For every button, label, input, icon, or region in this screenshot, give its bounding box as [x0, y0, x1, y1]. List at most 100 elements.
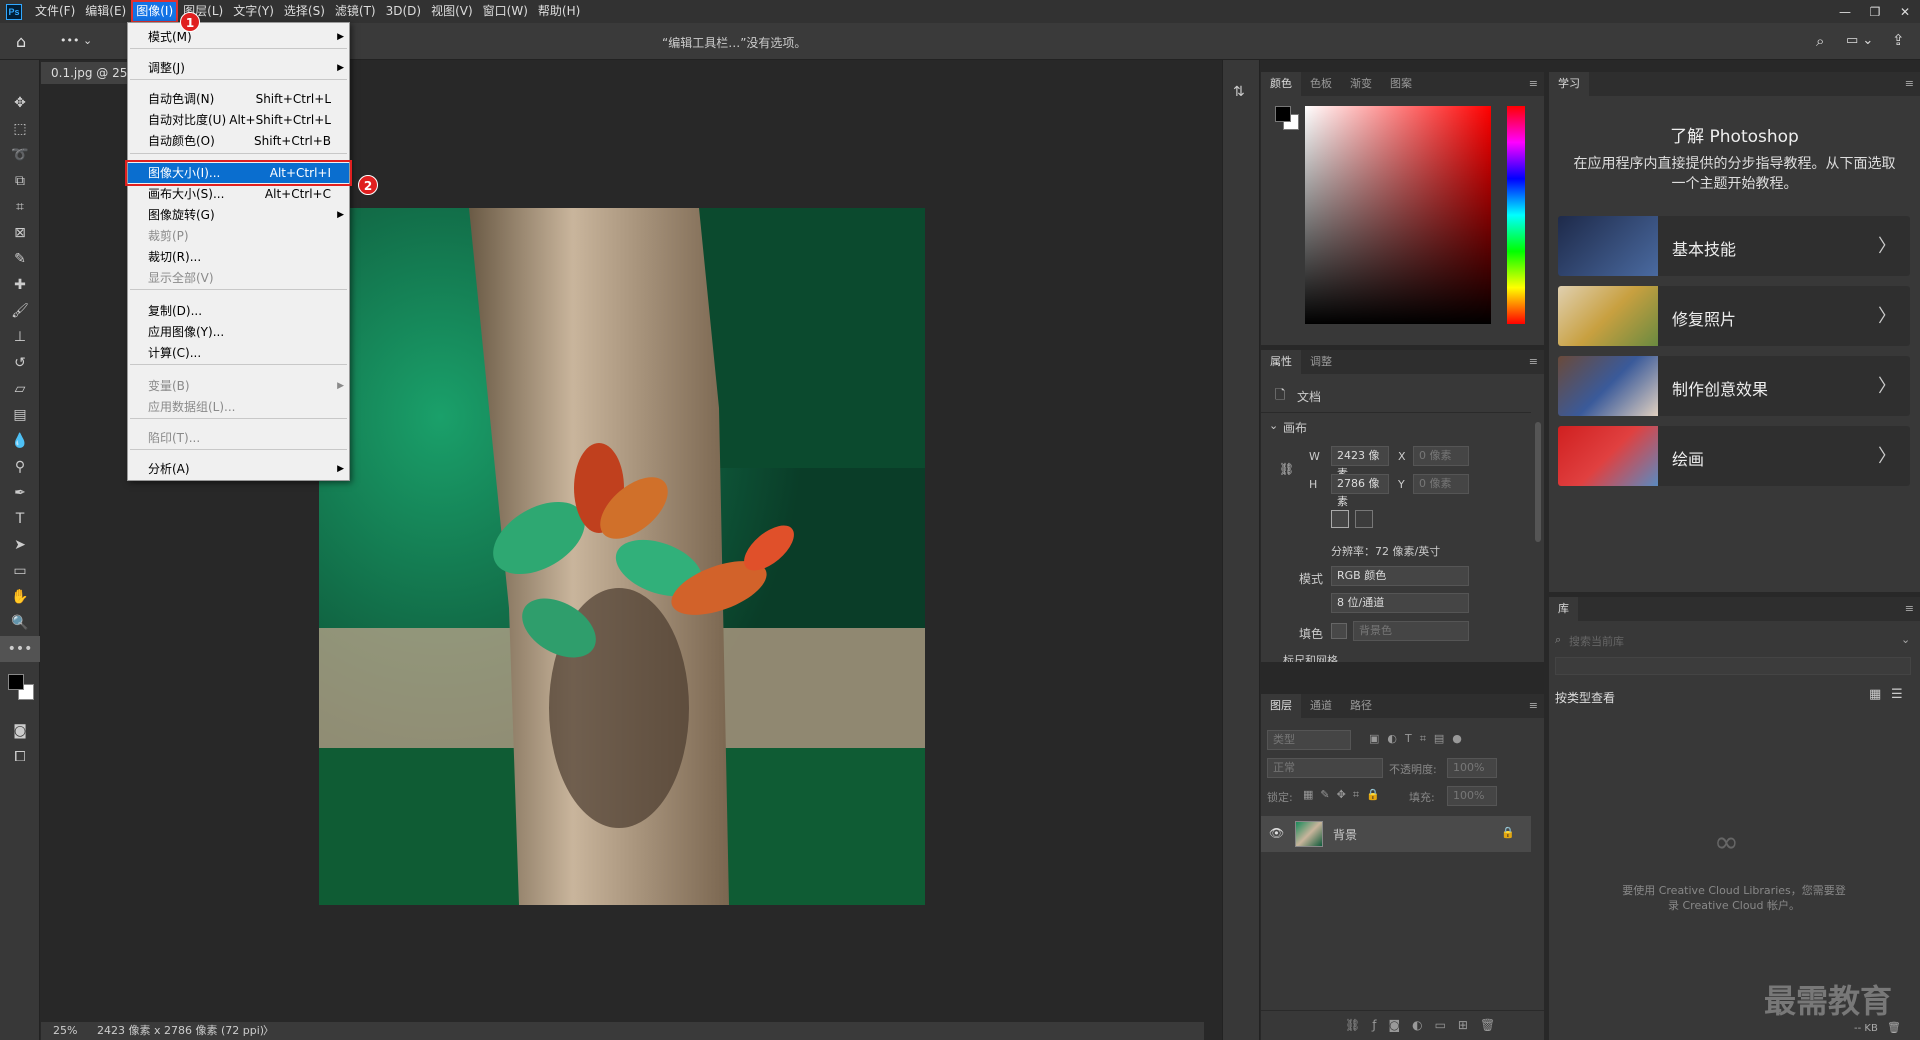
tab-gradients[interactable]: 渐变	[1341, 72, 1381, 96]
more-tools-button[interactable]: ••• ⌄	[60, 34, 92, 47]
view-by-type-button[interactable]: 按类型查看	[1555, 689, 1615, 706]
link-icon[interactable]: ⛓	[1279, 462, 1294, 476]
document-tab[interactable]: 0.1.jpg @ 25%	[41, 62, 131, 84]
image-menu-item[interactable]: 复制(D)...	[128, 301, 349, 321]
brush-tool-icon[interactable]: 🖌	[0, 298, 40, 324]
tab-patterns[interactable]: 图案	[1381, 72, 1421, 96]
learn-topic-fix-photos[interactable]: 修复照片 〉	[1558, 286, 1910, 346]
grid-view-icon[interactable]: ▦	[1869, 687, 1881, 702]
image-menu-item[interactable]: 自动颜色(O) Shift+Ctrl+B	[128, 131, 349, 151]
color-fg-swatch[interactable]	[1275, 106, 1291, 122]
fill-opacity-field[interactable]: 100%	[1447, 786, 1497, 806]
image-menu-item[interactable]: 图像旋转(G) ▶	[128, 205, 349, 225]
lasso-tool-icon[interactable]: ➰	[0, 142, 40, 168]
library-search-input[interactable]: 搜索当前库	[1569, 633, 1624, 649]
panel-menu-icon[interactable]: ≡	[1529, 355, 1538, 368]
share-icon[interactable]: ⇪	[1892, 31, 1905, 49]
layer-name[interactable]: 背景	[1333, 826, 1357, 843]
rulers-section-title[interactable]: 标尺和网格	[1283, 652, 1338, 662]
blend-mode-select[interactable]: 正常	[1267, 758, 1383, 778]
workspace-icon[interactable]: ▭ ⌄	[1846, 33, 1873, 48]
shape-tool-icon[interactable]: ▭	[0, 558, 40, 584]
move-tool-icon[interactable]: ✥	[0, 90, 40, 116]
landscape-orientation-icon[interactable]	[1355, 510, 1373, 528]
list-view-icon[interactable]: ☰	[1891, 687, 1903, 702]
properties-scrollbar[interactable]	[1535, 422, 1541, 542]
eye-icon[interactable]: 👁	[1269, 826, 1284, 840]
fill-swatch[interactable]	[1331, 623, 1347, 639]
tab-paths[interactable]: 路径	[1341, 694, 1381, 718]
library-select[interactable]	[1555, 657, 1911, 675]
history-panel-icon[interactable]: ⇅	[1233, 84, 1245, 100]
menu-view[interactable]: 视图(V)	[426, 0, 478, 23]
type-tool-icon[interactable]: T	[0, 506, 40, 532]
tab-color[interactable]: 颜色	[1261, 72, 1301, 96]
image-menu-item[interactable]: 自动色调(N) Shift+Ctrl+L	[128, 89, 349, 109]
object-select-tool-icon[interactable]: ⧉	[0, 168, 40, 194]
restore-button[interactable]: ❐	[1860, 0, 1890, 23]
tab-swatches[interactable]: 色板	[1301, 72, 1341, 96]
chevron-down-icon[interactable]: ⌄	[1901, 633, 1910, 646]
zoom-tool-icon[interactable]: 🔍	[0, 610, 40, 636]
blur-tool-icon[interactable]: 💧	[0, 428, 40, 454]
eyedropper-tool-icon[interactable]: ✎	[0, 246, 40, 272]
menu-select[interactable]: 选择(S)	[279, 0, 330, 23]
image-menu-item[interactable]: 应用图像(Y)...	[128, 322, 349, 342]
height-field[interactable]: 2786 像素	[1331, 474, 1389, 508]
image-menu-item[interactable]: 裁切(R)...	[128, 247, 349, 267]
eraser-tool-icon[interactable]: ▱	[0, 376, 40, 402]
tab-layers[interactable]: 图层	[1261, 694, 1301, 718]
quick-mask-icon[interactable]: ◙	[0, 718, 40, 744]
panel-menu-icon[interactable]: ≡	[1529, 77, 1538, 90]
mode-select[interactable]: RGB 颜色	[1331, 566, 1469, 586]
menu-window[interactable]: 窗口(W)	[478, 0, 533, 23]
hue-slider[interactable]	[1507, 106, 1525, 324]
home-icon[interactable]: ⌂	[16, 32, 26, 51]
chevron-down-icon[interactable]: ⌄	[1269, 419, 1278, 432]
lock-icon[interactable]: 🔒	[1501, 826, 1515, 839]
tab-adjustments[interactable]: 调整	[1301, 350, 1341, 374]
tab-learn[interactable]: 学习	[1549, 72, 1589, 96]
menu-filter[interactable]: 滤镜(T)	[330, 0, 381, 23]
zoom-level[interactable]: 25%	[53, 1022, 77, 1040]
foreground-color-swatch[interactable]	[8, 674, 24, 690]
path-select-tool-icon[interactable]: ➤	[0, 532, 40, 558]
learn-topic-creative-effects[interactable]: 制作创意效果 〉	[1558, 356, 1910, 416]
minimize-button[interactable]: —	[1830, 0, 1860, 23]
canvas-section-title[interactable]: 画布	[1283, 419, 1307, 436]
image-menu-item[interactable]: 画布大小(S)... Alt+Ctrl+C	[128, 184, 349, 204]
lock-icons[interactable]: ▦✎✥⌗🔒	[1303, 788, 1387, 802]
menu-3d[interactable]: 3D(D)	[381, 0, 426, 23]
panel-menu-icon[interactable]: ≡	[1905, 602, 1914, 615]
marquee-tool-icon[interactable]: ⬚	[0, 116, 40, 142]
tab-properties[interactable]: 属性	[1261, 350, 1301, 374]
dodge-tool-icon[interactable]: ⚲	[0, 454, 40, 480]
opacity-field[interactable]: 100%	[1447, 758, 1497, 778]
history-brush-icon[interactable]: ↺	[0, 350, 40, 376]
trash-icon[interactable]: 🗑	[1887, 1021, 1901, 1034]
layer-filter-select[interactable]: 类型	[1267, 730, 1351, 750]
layer-actions-icons[interactable]: ⛓ƒ◙◐▭⊞🗑	[1345, 1018, 1507, 1032]
screen-mode-icon[interactable]: ⧠	[0, 744, 40, 770]
pen-tool-icon[interactable]: ✒	[0, 480, 40, 506]
menu-file[interactable]: 文件(F)	[30, 0, 80, 23]
width-field[interactable]: 2423 像素	[1331, 446, 1389, 480]
y-field[interactable]: 0 像素	[1413, 474, 1469, 494]
edit-toolbar-icon[interactable]: •••	[0, 636, 40, 662]
image-menu-item[interactable]: 模式(M) ▶	[128, 27, 349, 47]
layer-filter-icons[interactable]: ▣◐T⌗▤●	[1369, 732, 1470, 746]
healing-tool-icon[interactable]: ✚	[0, 272, 40, 298]
learn-topic-basic-skills[interactable]: 基本技能 〉	[1558, 216, 1910, 276]
fill-select[interactable]: 背景色	[1353, 621, 1469, 641]
panel-menu-icon[interactable]: ≡	[1529, 699, 1538, 712]
portrait-orientation-icon[interactable]	[1331, 510, 1349, 528]
menu-image[interactable]: 图像(I)	[131, 0, 179, 23]
image-menu-item[interactable]: 分析(A) ▶	[128, 459, 349, 479]
stamp-tool-icon[interactable]: ⊥	[0, 324, 40, 350]
close-button[interactable]: ✕	[1890, 0, 1920, 23]
menu-type[interactable]: 文字(Y)	[228, 0, 279, 23]
frame-tool-icon[interactable]: ⊠	[0, 220, 40, 246]
tab-libraries[interactable]: 库	[1549, 597, 1578, 621]
image-menu-item[interactable]: 计算(C)...	[128, 343, 349, 363]
menu-edit[interactable]: 编辑(E)	[80, 0, 131, 23]
